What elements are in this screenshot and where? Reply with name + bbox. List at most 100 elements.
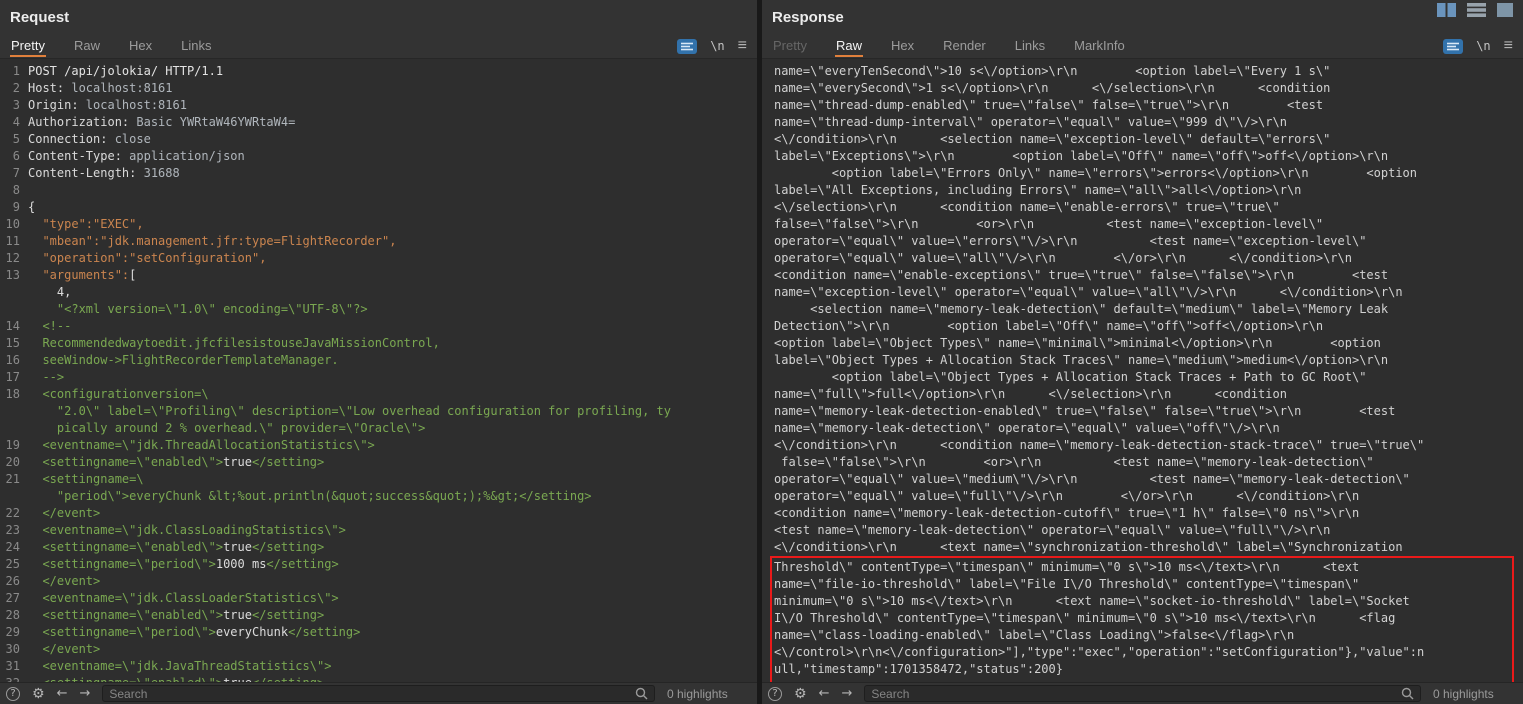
response-line: name=\"everyTenSecond\">10 s<\/option>\r… xyxy=(774,63,1519,80)
request-line: 12 "operation":"setConfiguration", xyxy=(0,250,757,267)
response-line: <option label=\"Object Types + Allocatio… xyxy=(774,369,1519,386)
help-icon[interactable]: ? xyxy=(768,685,782,703)
request-line: 29 <settingname=\"period\">everyChunk</s… xyxy=(0,624,757,641)
menu-icon[interactable]: ≡ xyxy=(1504,38,1513,54)
tab-links[interactable]: Links xyxy=(180,36,212,57)
response-line: name=\"full\">full<\/option>\r\n <\/sele… xyxy=(774,386,1519,403)
response-line: operator=\"equal\" value=\"all\"\/>\r\n … xyxy=(774,250,1519,267)
response-search-input[interactable] xyxy=(871,687,1395,701)
tab-links[interactable]: Links xyxy=(1014,36,1046,57)
newline-toggle[interactable]: \n xyxy=(710,39,724,53)
tab-markinfo[interactable]: MarkInfo xyxy=(1073,36,1126,57)
tab-raw[interactable]: Raw xyxy=(73,36,101,57)
syntax-highlight-icon[interactable] xyxy=(677,39,697,54)
request-line: 23 <eventname=\"jdk.ClassLoadingStatisti… xyxy=(0,522,757,539)
response-line: name=\"file-io-threshold\" label=\"File … xyxy=(774,576,1512,593)
request-line: 1POST /api/jolokia/ HTTP/1.1 xyxy=(0,63,757,80)
request-line: 3Origin: localhost:8161 xyxy=(0,97,757,114)
tab-render[interactable]: Render xyxy=(942,36,987,57)
request-line: 8 xyxy=(0,182,757,199)
request-line: 10 "type":"EXEC", xyxy=(0,216,757,233)
search-magnifier-icon[interactable] xyxy=(635,687,648,700)
request-line: 27 <eventname=\"jdk.ClassLoaderStatistic… xyxy=(0,590,757,607)
next-match-icon[interactable]: → xyxy=(841,685,852,703)
layout-single-icon[interactable] xyxy=(1497,3,1513,18)
search-magnifier-icon[interactable] xyxy=(1401,687,1414,700)
response-line: operator=\"equal\" value=\"errors\"\/>\r… xyxy=(774,233,1519,250)
request-line: 26 </event> xyxy=(0,573,757,590)
layout-stacked-icon[interactable] xyxy=(1467,3,1486,18)
request-tab-tools: \n ≡ xyxy=(677,38,747,54)
layout-side-by-side-icon[interactable] xyxy=(1437,3,1456,18)
request-line: 28 <settingname=\"enabled\">true</settin… xyxy=(0,607,757,624)
next-match-icon[interactable]: → xyxy=(79,685,90,703)
request-line: 4Authorization: Basic YWRtaW46YWRtaW4= xyxy=(0,114,757,131)
request-line: 24 <settingname=\"enabled\">true</settin… xyxy=(0,539,757,556)
response-line: <\/selection>\r\n <condition name=\"enab… xyxy=(774,199,1519,216)
response-line: ull,"timestamp":1701358472,"status":200} xyxy=(774,661,1512,678)
newline-toggle[interactable]: \n xyxy=(1476,39,1490,53)
response-line: <test name=\"memory-leak-detection\" ope… xyxy=(774,522,1519,539)
response-line: label=\"Exceptions\">\r\n <option label=… xyxy=(774,148,1519,165)
response-line: label=\"All Exceptions, including Errors… xyxy=(774,182,1519,199)
response-line: <\/control>\r\n<\/configuration>"],"type… xyxy=(774,644,1512,661)
prev-match-icon[interactable]: ← xyxy=(819,685,830,703)
help-icon[interactable]: ? xyxy=(6,685,20,703)
request-line: 11 "mbean":"jdk.management.jfr:type=Flig… xyxy=(0,233,757,250)
search-settings-gear-icon[interactable]: ⚙ xyxy=(32,685,45,703)
menu-icon[interactable]: ≡ xyxy=(738,38,747,54)
response-line: name=\"class-loading-enabled\" label=\"C… xyxy=(774,627,1512,644)
response-line: label=\"Object Types + Allocation Stack … xyxy=(774,352,1519,369)
request-search-input[interactable] xyxy=(109,687,629,701)
request-line: 32 <settingname=\"enabled\">true</settin… xyxy=(0,675,757,682)
request-line: 30 </event> xyxy=(0,641,757,658)
request-line: 18 <configurationversion=\ xyxy=(0,386,757,403)
request-line: 9{ xyxy=(0,199,757,216)
request-editor[interactable]: 1POST /api/jolokia/ HTTP/1.12Host: local… xyxy=(0,59,757,682)
request-tab-row: Pretty Raw Hex Links \n ≡ xyxy=(0,34,757,59)
response-selection-highlight: Threshold\" contentType=\"timespan\" min… xyxy=(770,556,1514,682)
response-search-bar: ? ⚙ ← → 0 highlights xyxy=(762,682,1523,704)
response-line: name=\"thread-dump-enabled\" true=\"fals… xyxy=(774,97,1519,114)
response-line: I\/O Threshold\" contentType=\"timespan\… xyxy=(774,610,1512,627)
request-line: 7Content-Length: 31688 xyxy=(0,165,757,182)
request-line: "2.0\" label=\"Profiling\" description=\… xyxy=(0,403,757,420)
request-tabs: Pretty Raw Hex Links xyxy=(10,36,212,57)
response-line: <option label=\"Errors Only\" name=\"err… xyxy=(774,165,1519,182)
response-line: <\/condition>\r\n <text name=\"synchroni… xyxy=(774,539,1519,556)
response-tab-row: Pretty Raw Hex Render Links MarkInfo \n ≡ xyxy=(762,34,1523,59)
request-panel: Request PrettyRawHexLinks \n ≡ 1POST /ap… xyxy=(0,0,757,704)
tab-hex[interactable]: Hex xyxy=(128,36,153,57)
response-line: Threshold\" contentType=\"timespan\" min… xyxy=(774,559,1512,576)
response-line: false=\"false\">\r\n <or>\r\n <test name… xyxy=(774,454,1519,471)
tab-raw[interactable]: Raw xyxy=(835,36,863,57)
request-line: 13 "arguments":[ xyxy=(0,267,757,284)
request-search-bar: ? ⚙ ← → 0 highlights xyxy=(0,682,757,704)
response-highlights-count: 0 highlights xyxy=(1433,687,1515,701)
response-line: name=\"everySecond\">1 s<\/option>\r\n <… xyxy=(774,80,1519,97)
response-tab-tools: \n ≡ xyxy=(1443,38,1513,54)
request-line: 14 <!-- xyxy=(0,318,757,335)
request-line: 21 <settingname=\ xyxy=(0,471,757,488)
response-line: operator=\"equal\" value=\"medium\"\/>\r… xyxy=(774,471,1519,488)
tab-pretty[interactable]: Pretty xyxy=(772,36,808,57)
response-search-field xyxy=(864,685,1421,702)
request-line: pically around 2 % overhead.\" provider=… xyxy=(0,420,757,437)
response-line: false=\"false\">\r\n <or>\r\n <test name… xyxy=(774,216,1519,233)
response-tabs: Pretty Raw Hex Render Links MarkInfo xyxy=(772,36,1126,57)
response-line: name=\"thread-dump-interval\" operator=\… xyxy=(774,114,1519,131)
response-line: Detection\">\r\n <option label=\"Off\" n… xyxy=(774,318,1519,335)
response-editor[interactable]: name=\"everyTenSecond\">10 s<\/option>\r… xyxy=(762,59,1523,682)
syntax-highlight-icon[interactable] xyxy=(1443,39,1463,54)
request-line: "<?xml version=\"1.0\" encoding=\"UTF-8\… xyxy=(0,301,757,318)
request-line: 4, xyxy=(0,284,757,301)
response-panel: Response PrettyRawHexRenderLinksMarkInfo xyxy=(762,0,1523,704)
tab-pretty[interactable]: Pretty xyxy=(10,36,46,57)
request-line: 5Connection: close xyxy=(0,131,757,148)
prev-match-icon[interactable]: ← xyxy=(57,685,68,703)
request-line: 17 --> xyxy=(0,369,757,386)
tab-hex[interactable]: Hex xyxy=(890,36,915,57)
search-settings-gear-icon[interactable]: ⚙ xyxy=(794,685,807,703)
request-line: 2Host: localhost:8161 xyxy=(0,80,757,97)
request-highlights-count: 0 highlights xyxy=(667,687,749,701)
